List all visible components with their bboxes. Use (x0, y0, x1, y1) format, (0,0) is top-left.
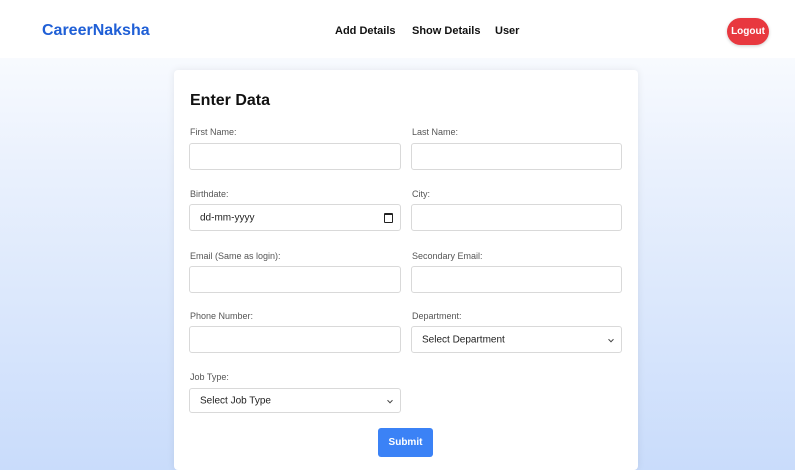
last-name-field[interactable] (411, 143, 622, 170)
phone-field[interactable] (189, 326, 401, 353)
navbar: CareerNaksha Add Details Show Details Us… (0, 6, 795, 58)
birthdate-placeholder: dd-mm-yyyy (200, 212, 255, 223)
birthdate-field[interactable]: dd-mm-yyyy (189, 204, 401, 231)
department-selected-value: Select Department (422, 334, 505, 345)
chevron-down-icon (387, 397, 393, 403)
first-name-label: First Name: (190, 127, 237, 137)
enter-data-form: Enter Data First Name: Last Name: Birthd… (174, 70, 638, 470)
city-label: City: (412, 189, 430, 199)
job-type-label: Job Type: (190, 372, 229, 382)
email-field[interactable] (189, 266, 401, 293)
brand-logo[interactable]: CareerNaksha (42, 22, 150, 40)
logout-button[interactable]: Logout (727, 18, 769, 45)
nav-add-details[interactable]: Add Details (335, 25, 396, 37)
email-label: Email (Same as login): (190, 251, 281, 261)
nav-show-details[interactable]: Show Details (412, 25, 480, 37)
calendar-icon[interactable] (384, 212, 393, 223)
city-field[interactable] (411, 204, 622, 231)
chevron-down-icon (608, 336, 614, 342)
first-name-field[interactable] (189, 143, 401, 170)
form-title: Enter Data (190, 92, 271, 109)
phone-label: Phone Number: (190, 311, 254, 321)
department-select[interactable]: Select Department (411, 326, 622, 353)
secondary-email-field[interactable] (411, 266, 622, 293)
last-name-label: Last Name: (412, 127, 459, 137)
submit-button[interactable]: Submit (378, 428, 433, 457)
secondary-email-label: Secondary Email: (412, 251, 483, 261)
nav-user[interactable]: User (495, 25, 519, 37)
birthdate-label: Birthdate: (190, 189, 229, 199)
job-type-selected-value: Select Job Type (200, 395, 271, 406)
job-type-select[interactable]: Select Job Type (189, 388, 401, 413)
department-label: Department: (412, 311, 462, 321)
